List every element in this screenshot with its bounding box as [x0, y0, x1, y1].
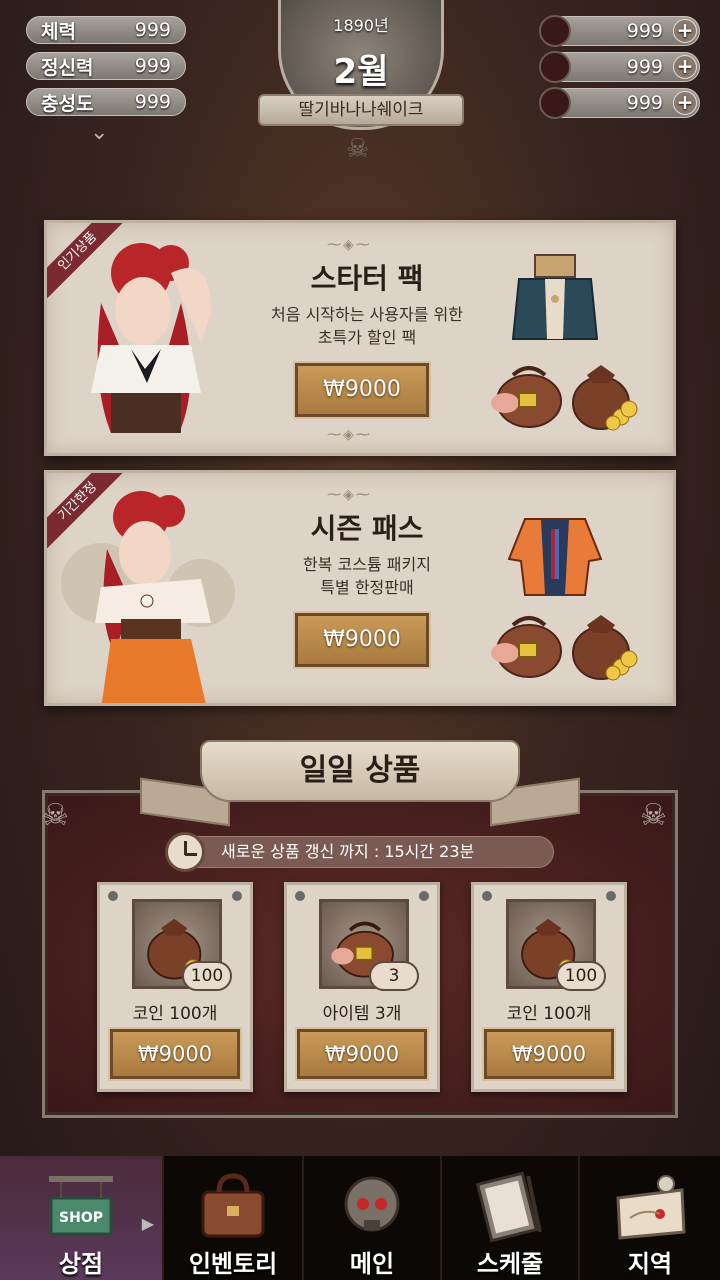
promo-description-line: 특별 한정판매 [320, 578, 414, 597]
stat-loyalty: 충성도 999 [26, 88, 186, 116]
skull-ornament-icon: ☠ [640, 798, 667, 833]
stat-label: 정신력 [41, 56, 94, 79]
daily-item-card[interactable]: 100 코인 100개 ₩9000 [97, 882, 253, 1092]
stat-label: 체력 [41, 20, 76, 43]
nav-tab-schedule[interactable]: 스케줄 [442, 1156, 580, 1280]
buy-starter-pack-button[interactable]: ₩9000 [293, 361, 431, 419]
top-ornament: ⁓◈⁓ [327, 487, 372, 503]
daily-shop-title: 일일 상품 [200, 740, 520, 802]
nav-tab-shop[interactable]: SHOP ▶ 상점 [0, 1156, 164, 1280]
item-name: 코인 100개 [506, 1004, 592, 1024]
pin-icon [482, 891, 492, 901]
svg-text:SHOP: SHOP [59, 1210, 103, 1226]
promo-title: 스타터 팩 [310, 262, 424, 295]
daily-item-card[interactable]: 100 코인 100개 ₩9000 [471, 882, 627, 1092]
daily-item-card[interactable]: 3 아이템 3개 ₩9000 [284, 882, 440, 1092]
nav-tab-region[interactable]: 지역 [580, 1156, 720, 1280]
clipboard-icon [475, 1171, 542, 1243]
promo-description-line: 처음 시작하는 사용자를 위한 [271, 305, 463, 324]
add-currency-button[interactable]: + [673, 91, 697, 115]
skull-icon [344, 1176, 400, 1232]
item-quantity-badge: 100 [556, 961, 606, 991]
buy-season-pass-button[interactable]: ₩9000 [293, 611, 431, 669]
stat-value: 999 [134, 55, 171, 77]
pin-icon [419, 891, 429, 901]
character-portrait [91, 243, 211, 433]
item-quantity-badge: 3 [369, 961, 419, 991]
currency-value: 999 [626, 56, 663, 78]
outfit-item-icon [511, 254, 599, 340]
promo-card-season-pass[interactable]: 기간한정 ⁓◈⁓ 시즌 패스 한복 코스튬 패키지 특별 한정판매 ₩9000 [44, 470, 676, 706]
stat-mental: 정신력 999 [26, 52, 186, 80]
promo-title: 시즌 패스 [310, 512, 424, 545]
hanbok-outfit-icon [507, 518, 603, 596]
item-name: 코인 100개 [132, 1004, 218, 1024]
promo-card-starter-pack[interactable]: 인기상품 ⁓◈⁓ 스타터 팩 처음 시작하는 사용자를 위한 초특가 할인 팩 … [44, 220, 676, 456]
currency-icon [539, 51, 571, 83]
date-month: 2월 [333, 52, 389, 92]
bottom-navigation: SHOP ▶ 상점 인벤토리 메인 스케줄 지역 [0, 1156, 720, 1280]
pin-icon [295, 891, 305, 901]
stat-value: 999 [134, 91, 171, 113]
skull-ornament-icon: ☠ [42, 798, 69, 833]
nav-tab-main[interactable]: 메인 [304, 1156, 442, 1280]
stat-stamina: 체력 999 [26, 16, 186, 44]
coin-bag-icon [572, 365, 638, 431]
add-currency-button[interactable]: + [673, 55, 697, 79]
promo-description-line: 초특가 할인 팩 [317, 328, 417, 347]
bag-icon [201, 1173, 265, 1238]
pin-icon [232, 891, 242, 901]
pin-icon [606, 891, 616, 901]
skull-ornament-icon: ☠ [346, 134, 370, 164]
currency-value: 999 [626, 20, 663, 42]
currency-bar-3: 999 + [539, 87, 700, 119]
map-icon [616, 1175, 686, 1240]
expand-stats-chevron-icon[interactable]: ⌄ [90, 120, 108, 145]
pin-icon [108, 891, 118, 901]
currency-bar-2: 999 + [539, 51, 700, 83]
coin-bag-icon [572, 615, 638, 681]
item-quantity-badge: 100 [182, 961, 232, 991]
clock-icon [165, 832, 205, 872]
currency-bar-1: 999 + [539, 15, 700, 47]
promo-description: 처음 시작하는 사용자를 위한 초특가 할인 팩 [227, 303, 507, 349]
top-ornament: ⁓◈⁓ [327, 237, 372, 253]
nav-tab-label: 스케줄 [476, 1250, 544, 1278]
promo-description-line: 한복 코스튬 패키지 [303, 555, 431, 574]
currency-value: 999 [626, 92, 663, 114]
nav-tab-label: 인벤토리 [188, 1250, 278, 1278]
item-name: 아이템 3개 [322, 1004, 402, 1024]
active-arrow-icon: ▶ [141, 1214, 154, 1233]
buy-item-button[interactable]: ₩9000 [482, 1027, 616, 1081]
date-year: 1890년 [333, 16, 389, 35]
nav-tab-inventory[interactable]: 인벤토리 [164, 1156, 304, 1280]
nav-tab-label: 상점 [58, 1250, 104, 1278]
buy-item-button[interactable]: ₩9000 [108, 1027, 242, 1081]
promo-description: 한복 코스튬 패키지 특별 한정판매 [227, 553, 507, 599]
character-portrait [61, 491, 235, 703]
nav-tab-label: 메인 [349, 1250, 395, 1278]
date-name-banner: 딸기바나나쉐이크 [258, 94, 464, 126]
shop-sign-icon: SHOP [49, 1176, 113, 1236]
nav-tab-label: 지역 [627, 1250, 673, 1278]
currency-icon [539, 87, 571, 119]
bottom-ornament: ⁓◈⁓ [327, 427, 372, 443]
stat-label: 충성도 [41, 92, 94, 115]
refresh-timer: 새로운 상품 갱신 까지 : 15시간 23분 [170, 836, 554, 868]
date-crest: 1890년 2월 딸기바나나쉐이크 ☠ [258, 0, 464, 168]
buy-item-button[interactable]: ₩9000 [295, 1027, 429, 1081]
currency-icon [539, 15, 571, 47]
add-currency-button[interactable]: + [673, 19, 697, 43]
stat-value: 999 [134, 19, 171, 41]
